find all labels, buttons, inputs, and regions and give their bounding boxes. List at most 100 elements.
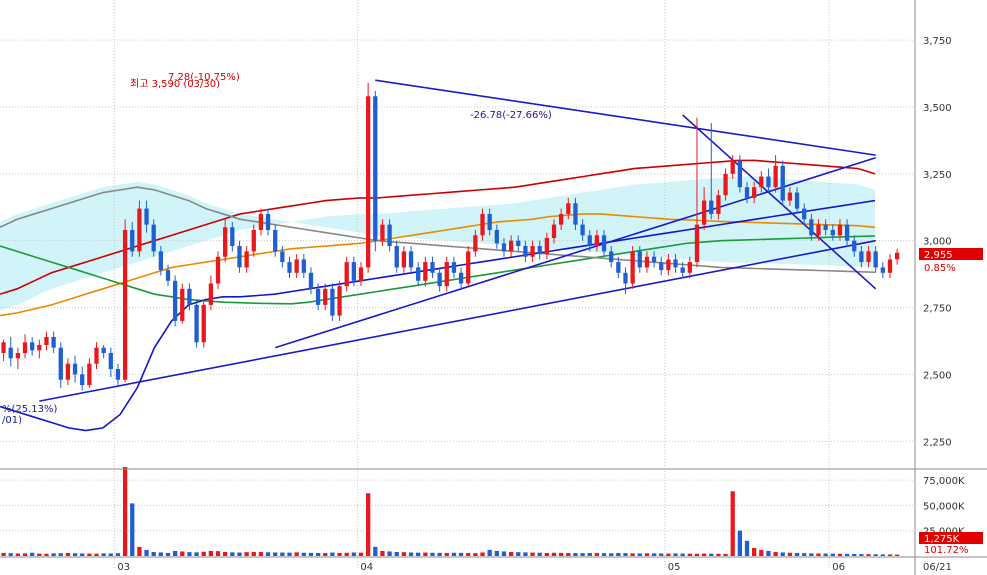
candle-body bbox=[287, 262, 292, 273]
volume-bar bbox=[344, 552, 349, 556]
candle-body bbox=[694, 224, 700, 263]
volume-bar bbox=[380, 550, 385, 556]
volume-bar bbox=[101, 553, 106, 556]
volume-bar bbox=[187, 552, 192, 556]
candle-body bbox=[630, 251, 635, 284]
candle-body bbox=[22, 342, 28, 354]
candle-body bbox=[315, 288, 321, 305]
volume-bar bbox=[580, 553, 585, 556]
volume-bar bbox=[108, 553, 113, 556]
volume-bar bbox=[551, 552, 557, 556]
volume-bar bbox=[65, 552, 71, 556]
month-label: 05 bbox=[668, 562, 681, 573]
volume-bar bbox=[630, 553, 635, 556]
candle-body bbox=[244, 251, 249, 268]
volume-bar bbox=[122, 466, 128, 556]
candle-body bbox=[51, 336, 56, 348]
candle-body bbox=[8, 347, 13, 359]
candle-body bbox=[44, 336, 49, 345]
volume-bar bbox=[223, 551, 228, 556]
candle-body bbox=[30, 342, 35, 351]
volume-bar bbox=[823, 553, 828, 556]
candle-body bbox=[437, 272, 442, 287]
current-price-change: 0.85% bbox=[924, 263, 956, 274]
volume-bar bbox=[130, 503, 135, 556]
volume-bar bbox=[30, 552, 35, 556]
volume-bar bbox=[72, 553, 78, 556]
candle-body bbox=[716, 195, 721, 214]
volume-bar bbox=[894, 554, 900, 556]
candle-body bbox=[137, 208, 142, 252]
candle-body bbox=[516, 240, 521, 247]
volume-bar bbox=[15, 553, 21, 556]
volume-bar bbox=[666, 553, 671, 556]
candle-body bbox=[201, 304, 206, 343]
volume-bar bbox=[294, 552, 299, 556]
volume-bar bbox=[759, 549, 764, 556]
candle-body bbox=[616, 262, 621, 273]
candle-body bbox=[458, 272, 464, 284]
volume-bar bbox=[673, 553, 678, 556]
volume-bar bbox=[744, 540, 750, 556]
candle-body bbox=[208, 283, 214, 305]
candle-body bbox=[330, 288, 335, 316]
candle-body bbox=[609, 251, 614, 263]
volume-bar bbox=[1, 552, 6, 556]
volume-bar bbox=[44, 553, 49, 556]
volume-bar bbox=[466, 553, 471, 556]
candle-body bbox=[880, 267, 885, 273]
candle-body bbox=[265, 213, 271, 230]
candle-body bbox=[844, 224, 850, 241]
candle-body bbox=[580, 224, 585, 236]
current-volume-change: 101.72% bbox=[924, 545, 969, 556]
candle-body bbox=[187, 288, 192, 305]
candle-body bbox=[151, 224, 156, 252]
volume-tick-label: 75,000K bbox=[923, 476, 965, 487]
candle-body bbox=[894, 252, 900, 260]
volume-bar bbox=[680, 553, 685, 556]
candle-body bbox=[180, 288, 185, 321]
volume-bar bbox=[637, 553, 642, 556]
volume-bar bbox=[144, 549, 149, 556]
month-label: 04 bbox=[360, 562, 373, 573]
candle-body bbox=[659, 262, 664, 271]
candle-body bbox=[573, 203, 578, 225]
candle-body bbox=[852, 240, 857, 252]
candle-body bbox=[544, 238, 549, 255]
candle-body bbox=[94, 347, 99, 364]
candle-body bbox=[394, 246, 399, 268]
price-tick-label: 2,250 bbox=[923, 437, 952, 448]
volume-bar bbox=[394, 551, 399, 556]
volume-bar bbox=[523, 552, 528, 556]
candle-body bbox=[651, 256, 657, 263]
volume-bar bbox=[287, 552, 292, 556]
price-tick-label: 3,500 bbox=[923, 103, 952, 114]
candle-body bbox=[501, 243, 507, 252]
volume-bar bbox=[837, 553, 843, 556]
volume-bar bbox=[644, 553, 650, 556]
stock-chart: 3,750 3,500 3,250 3,000 2,750 2,500 2,250 75,00… bbox=[0, 0, 987, 575]
volume-bar bbox=[544, 552, 549, 556]
volume-bar bbox=[444, 552, 449, 556]
volume-bar bbox=[323, 553, 328, 556]
volume-tick-label: 50,000K bbox=[923, 501, 965, 512]
candle-body bbox=[523, 246, 528, 257]
volume-bar bbox=[773, 551, 778, 556]
volume-bar bbox=[244, 552, 249, 556]
candle-body bbox=[701, 200, 707, 225]
candle-body bbox=[337, 286, 342, 316]
volume-bar bbox=[230, 552, 235, 556]
price-tick-label: 3,750 bbox=[923, 36, 952, 47]
candle-body bbox=[559, 213, 564, 225]
volume-bar bbox=[737, 530, 743, 556]
volume-bar bbox=[494, 550, 499, 556]
price-tick-label: 3,250 bbox=[923, 170, 952, 181]
volume-bar bbox=[780, 552, 785, 556]
volume-bar bbox=[651, 553, 657, 556]
volume-bar bbox=[330, 552, 335, 556]
candle-body bbox=[551, 224, 557, 239]
volume-bar bbox=[94, 553, 99, 556]
low-change-annotation: %(25.13%) bbox=[2, 404, 58, 415]
mid-change-annotation: -26.78(-27.66%) bbox=[470, 110, 552, 121]
candle-body bbox=[373, 96, 378, 241]
